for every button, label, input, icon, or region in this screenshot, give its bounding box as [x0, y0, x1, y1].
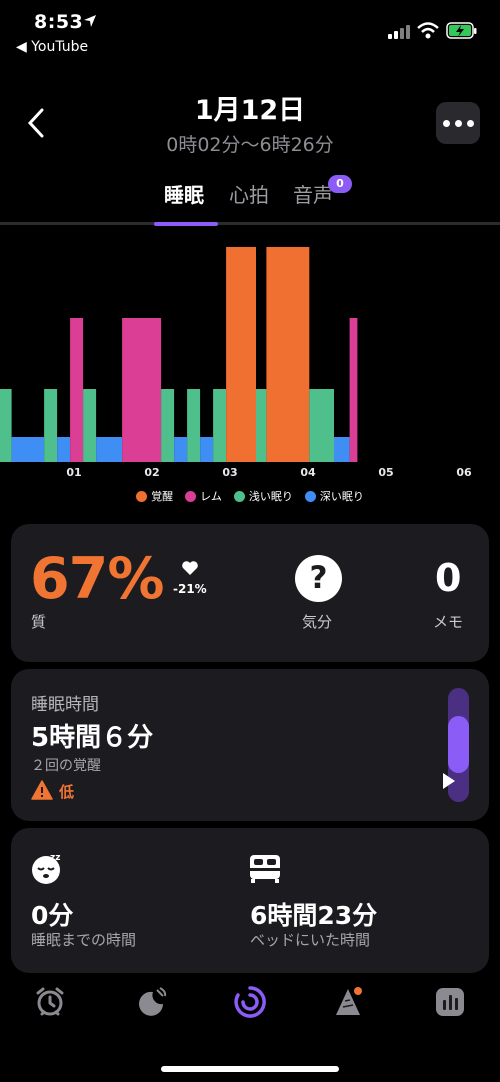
- x-tick-label: 06: [456, 466, 472, 479]
- stage-bar: [213, 389, 227, 462]
- back-to-app-link[interactable]: ◀ YouTube: [16, 39, 88, 55]
- tab-sound[interactable]: 音声: [293, 179, 333, 208]
- tab-divider: [0, 222, 500, 225]
- tab-sleep[interactable]: 睡眠: [164, 179, 204, 208]
- battery-charging-icon: [446, 22, 477, 39]
- stage-bar: [334, 437, 350, 462]
- moon-satellite-icon[interactable]: [134, 985, 168, 1019]
- chart-legend: 覚醒 レム 浅い眠り 深い眠り: [0, 488, 500, 504]
- stage-bar: [161, 389, 175, 462]
- stage-bar: [309, 389, 334, 462]
- legend-awake: 覚醒: [136, 488, 173, 504]
- x-tick-label: 05: [378, 466, 393, 479]
- wake-count: ２回の覚醒: [31, 758, 101, 774]
- location-arrow-icon: [84, 15, 96, 27]
- stage-bar: [11, 437, 45, 462]
- memo-label: メモ: [433, 613, 464, 631]
- tab-heart-rate[interactable]: 心拍: [229, 179, 269, 208]
- sleep-stage-chart: 01 02 03 04 05 06: [0, 247, 472, 479]
- warning-icon: [31, 780, 53, 800]
- quality-delta: -21%: [173, 582, 207, 596]
- stage-bar: [226, 247, 256, 462]
- sound-tree-icon[interactable]: [334, 985, 368, 1019]
- legend-rem: レム: [185, 488, 222, 504]
- page-title: 1月12日: [194, 95, 306, 126]
- bed-icon: [250, 855, 280, 883]
- stage-bar: [57, 437, 71, 462]
- sleep-quality-value: 67%: [30, 546, 164, 612]
- alarm-clock-icon[interactable]: [33, 985, 67, 1019]
- sound-count-badge: 0: [328, 175, 352, 193]
- x-tick-label: 04: [300, 466, 316, 479]
- x-tick-label: 02: [144, 466, 159, 479]
- stage-bar: [174, 437, 188, 462]
- legend-deep: 深い眠り: [304, 488, 364, 504]
- heart-icon: [182, 561, 198, 575]
- question-icon[interactable]: ?: [295, 555, 342, 602]
- duration-gauge-fill: [448, 716, 469, 773]
- active-tab-indicator: [154, 222, 218, 226]
- stage-bar: [200, 437, 214, 462]
- stage-bar: [96, 437, 123, 462]
- time-to-sleep-value: 0分: [31, 901, 74, 930]
- gauge-pointer-icon: [443, 773, 455, 789]
- stage-bar: [83, 389, 97, 462]
- sleep-duration-label: 睡眠時間: [31, 695, 99, 715]
- sleep-ring-icon[interactable]: [233, 985, 267, 1019]
- time-in-bed-value: 6時間23分: [250, 901, 378, 930]
- cellular-signal-icon: [388, 25, 410, 39]
- stage-bar: [349, 318, 358, 462]
- memo-count[interactable]: 0: [435, 556, 461, 600]
- time-in-bed-label: ベッドにいた時間: [250, 931, 371, 949]
- more-options-button[interactable]: [436, 102, 480, 144]
- sleep-range: 0時02分〜6時26分: [166, 134, 334, 156]
- stage-bar: [256, 389, 267, 462]
- stage-bar: [122, 318, 162, 462]
- sleeping-face-icon: zz: [32, 853, 60, 884]
- stage-bar: [0, 389, 12, 462]
- sleep-quality-label: 質: [31, 613, 47, 631]
- stage-bar: [187, 389, 201, 462]
- home-indicator[interactable]: [161, 1066, 339, 1072]
- legend-light: 浅い眠り: [233, 488, 293, 504]
- status-time: 8:53: [34, 11, 84, 33]
- stage-bar: [266, 247, 310, 462]
- stage-bar: [44, 389, 58, 462]
- stage-bar: [70, 318, 84, 462]
- svg-text:zz: zz: [50, 853, 60, 863]
- x-tick-label: 01: [66, 466, 81, 479]
- duration-warning: 低: [59, 783, 75, 801]
- sleep-duration-value: 5時間６分: [31, 723, 154, 753]
- stats-icon[interactable]: [433, 985, 467, 1019]
- mood-label: 気分: [302, 613, 333, 631]
- time-to-sleep-label: 睡眠までの時間: [31, 931, 137, 949]
- wifi-icon: [417, 22, 439, 39]
- x-tick-label: 03: [222, 466, 237, 479]
